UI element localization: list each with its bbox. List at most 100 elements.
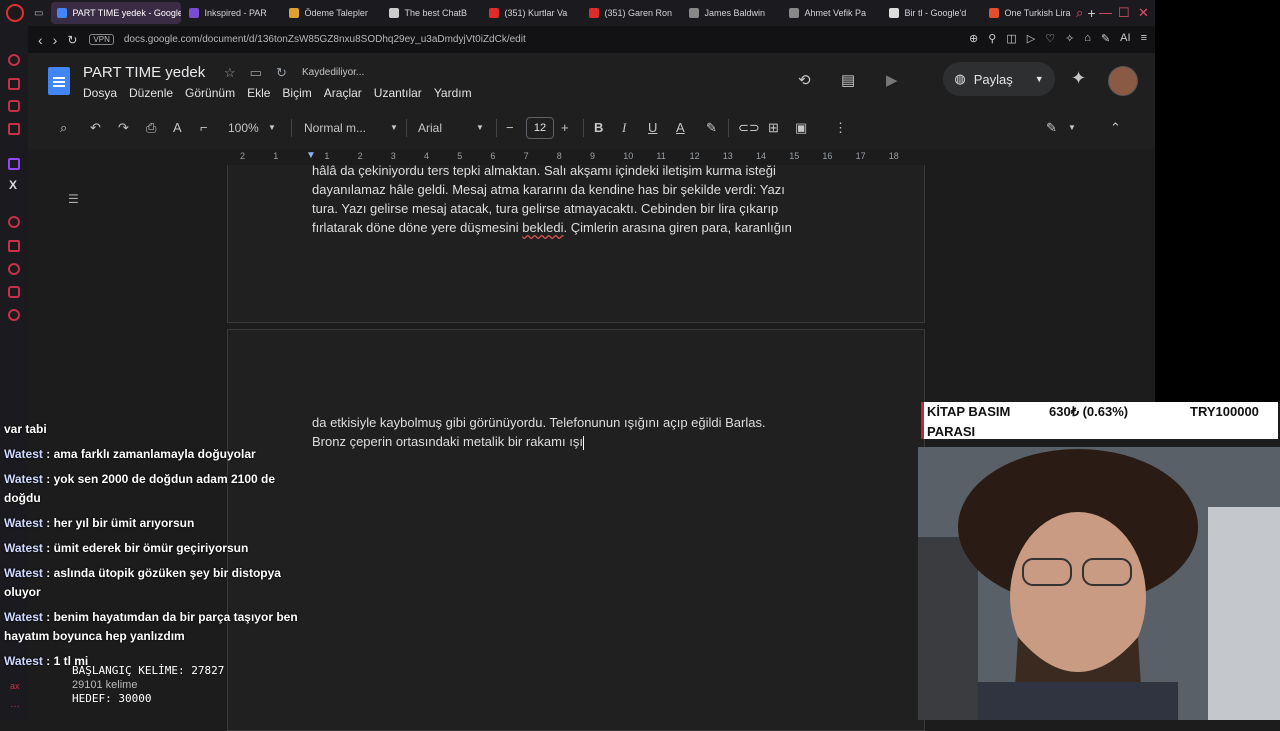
forward-icon[interactable]: › — [53, 32, 58, 48]
browser-tab[interactable]: James Baldwin — [683, 2, 781, 24]
menu-item[interactable]: Yardım — [434, 86, 472, 100]
player-icon[interactable] — [8, 216, 20, 228]
zoom-select[interactable]: 100% — [228, 121, 259, 135]
document-title[interactable]: PART TIME yedek — [83, 64, 205, 81]
undo-icon[interactable]: ↶ — [90, 120, 101, 136]
comments-icon[interactable]: ▤ — [841, 71, 855, 89]
style-select[interactable]: Normal m... — [304, 121, 366, 135]
menu-item[interactable]: Düzenle — [129, 86, 173, 100]
vpn-badge[interactable]: VPN — [89, 34, 114, 45]
zoom-chevron-icon[interactable]: ▼ — [268, 123, 276, 132]
page-2[interactable] — [227, 329, 925, 731]
bold-icon[interactable]: B — [594, 120, 603, 135]
browser-tab[interactable]: One Turkish Lira — [983, 2, 1081, 24]
bookmark-icon[interactable] — [8, 78, 20, 90]
opera-logo-icon[interactable] — [6, 4, 24, 22]
browser-tab[interactable]: (351) Kurtlar Va — [483, 2, 581, 24]
docs-logo-icon[interactable] — [48, 67, 70, 95]
sync-icon[interactable]: ↻ — [276, 65, 287, 81]
browser-tab[interactable]: Ödeme Talepler — [283, 2, 381, 24]
twitch-icon[interactable] — [8, 158, 20, 170]
email-icon[interactable] — [8, 123, 20, 135]
text-color-icon[interactable]: A — [676, 120, 685, 135]
browser-tab[interactable]: (351) Garen Ron — [583, 2, 681, 24]
style-chevron-icon[interactable]: ▼ — [390, 123, 398, 132]
indent-marker-icon[interactable]: ▼ — [306, 150, 316, 161]
more-sidebar-icon[interactable]: ax — [10, 681, 20, 691]
maximize-icon[interactable]: ☐ — [1118, 5, 1130, 21]
misspelled-word[interactable]: bekledi — [522, 220, 563, 235]
font-chevron-icon[interactable]: ▼ — [476, 123, 484, 132]
minimize-icon[interactable]: — — [1099, 5, 1112, 20]
font-size-input[interactable]: 12 — [526, 117, 554, 139]
back-icon[interactable]: ‹ — [38, 32, 43, 48]
hide-menus-icon[interactable]: ⌃ — [1110, 120, 1121, 136]
messenger-icon[interactable] — [8, 100, 20, 112]
search-tabs-icon[interactable]: ⌕ — [1076, 5, 1083, 21]
search-menus-icon[interactable]: ⌕ — [60, 120, 67, 136]
underline-icon[interactable]: U — [648, 120, 657, 135]
increase-font-icon[interactable]: + — [561, 120, 569, 135]
star-icon[interactable]: ☆ — [224, 65, 236, 81]
heart-icon[interactable]: ♡ — [1045, 32, 1055, 45]
page-1-text[interactable]: hâlâ da çekiniyordu ters tepki almaktan.… — [312, 161, 842, 237]
zoom-icon[interactable]: ⊕ — [969, 32, 978, 45]
menu-item[interactable]: Dosya — [83, 86, 117, 100]
ai-button[interactable]: AI — [1120, 32, 1130, 45]
browser-tab[interactable]: PART TIME yedek - Google — [51, 2, 182, 24]
history-icon[interactable] — [8, 263, 20, 275]
menu-item[interactable]: Ekle — [247, 86, 270, 100]
decrease-font-icon[interactable]: − — [506, 120, 514, 135]
extension-puzzle-icon[interactable]: ✧ — [1065, 32, 1074, 45]
insert-image-icon[interactable]: ▣ — [795, 120, 807, 136]
settings-icon[interactable] — [8, 309, 20, 321]
extensions-icon[interactable] — [8, 286, 20, 298]
browser-tab[interactable]: Inkspired - PAR — [183, 2, 281, 24]
spellcheck-icon[interactable]: A — [173, 120, 182, 135]
document-outline-icon[interactable]: ☰ — [68, 192, 79, 206]
browser-tab[interactable]: The best ChatB — [383, 2, 481, 24]
pin-icon[interactable] — [8, 240, 20, 252]
add-comment-icon[interactable]: ⊞ — [768, 120, 779, 136]
meet-icon[interactable]: ▶ — [886, 71, 898, 89]
account-icon[interactable]: ⌂ — [1084, 32, 1091, 45]
easy-setup-icon[interactable]: ✎ — [1101, 32, 1110, 45]
menu-item[interactable]: Uzantılar — [374, 86, 422, 100]
aria-icon[interactable] — [8, 54, 20, 66]
font-select[interactable]: Arial — [418, 121, 442, 135]
menu-item[interactable]: Araçlar — [324, 86, 362, 100]
x-icon[interactable]: X — [9, 178, 17, 192]
tab-label: Ödeme Talepler — [304, 8, 368, 18]
menu-item[interactable]: Biçim — [282, 86, 311, 100]
avatar[interactable] — [1108, 66, 1138, 96]
editing-mode-icon[interactable]: ✎ — [1046, 120, 1057, 136]
redo-icon[interactable]: ↷ — [118, 120, 129, 136]
more-options-icon[interactable]: ⋮ — [834, 120, 847, 136]
link-icon[interactable]: ⊂⊃ — [738, 120, 760, 136]
url-field[interactable]: docs.google.com/document/d/136tonZsW85GZ… — [124, 34, 526, 45]
menu-icon[interactable]: ≡ — [1141, 32, 1147, 45]
play-icon[interactable]: ▷ — [1027, 32, 1035, 45]
version-history-icon[interactable]: ⟲ — [798, 71, 811, 89]
page-2-text[interactable]: da etkisiyle kaybolmuş gibi görünüyordu.… — [312, 413, 842, 451]
ruler-tick-label: 6 — [490, 151, 496, 161]
gemini-icon[interactable]: ✦ — [1071, 68, 1086, 89]
reload-icon[interactable]: ↻ — [67, 33, 77, 47]
ruler-tick-label: 9 — [590, 151, 596, 161]
more-dots-icon[interactable]: ··· — [10, 701, 20, 712]
paint-format-icon[interactable]: ⌐ — [200, 120, 208, 135]
snapshot-icon[interactable]: ◫ — [1006, 32, 1016, 45]
new-tab-button[interactable]: + — [1087, 5, 1095, 21]
share-button[interactable]: ◍ Paylaş ▼ — [943, 62, 1055, 96]
menu-item[interactable]: Görünüm — [185, 86, 235, 100]
close-window-icon[interactable]: ✕ — [1138, 5, 1149, 21]
highlight-icon[interactable]: ✎ — [706, 120, 717, 136]
move-folder-icon[interactable]: ▭ — [250, 65, 262, 81]
editing-chevron-icon[interactable]: ▼ — [1068, 123, 1076, 132]
print-icon[interactable]: ⎙ — [146, 120, 156, 136]
workspaces-icon[interactable]: ▭ — [34, 8, 43, 19]
browser-tab[interactable]: Ahmet Vefik Pa — [783, 2, 881, 24]
browser-tab[interactable]: Bir tl - Google'd — [883, 2, 981, 24]
italic-icon[interactable]: I — [622, 120, 626, 136]
pin-page-icon[interactable]: ⚲ — [988, 32, 996, 45]
